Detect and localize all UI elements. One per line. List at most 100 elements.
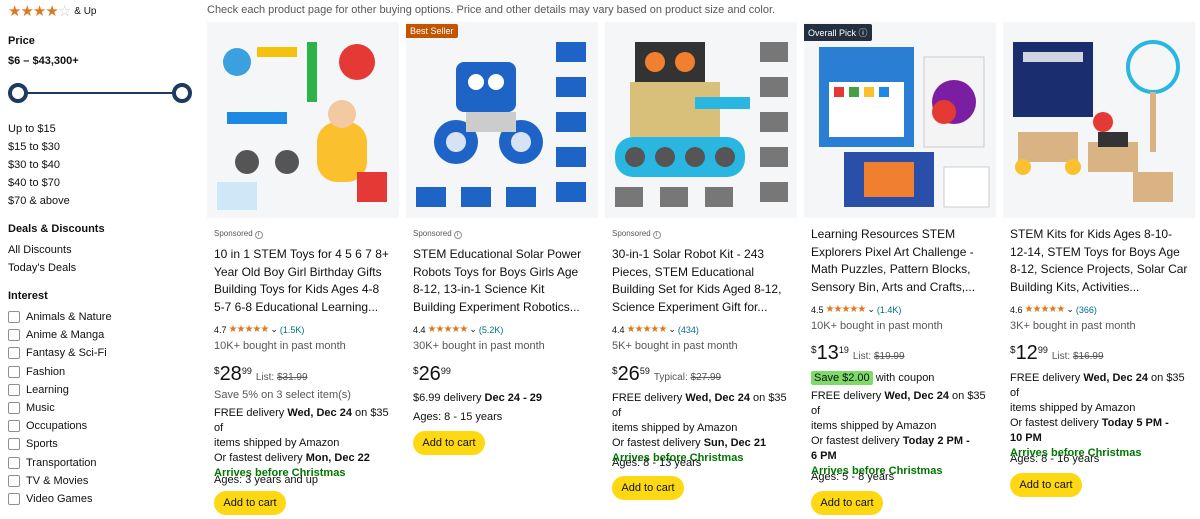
product-price: $ 26 99 [413, 363, 451, 385]
review-filter-4-up[interactable]: ★ ★ ★ ★ ☆ & Up [8, 4, 97, 19]
review-count-link[interactable]: (366) [1076, 305, 1097, 315]
interest-label: Transportation [26, 456, 97, 469]
delivery-text: FREE delivery [214, 407, 288, 419]
chevron-down-icon[interactable]: ⌄ [270, 324, 278, 335]
info-icon[interactable]: i [254, 231, 263, 239]
checkbox[interactable] [8, 438, 20, 451]
delivery-info: FREE delivery Wed, Dec 24 on $35 of item… [612, 391, 796, 466]
checkbox[interactable] [8, 365, 20, 378]
interest-option[interactable]: Animals & Nature [8, 308, 112, 326]
interest-option[interactable]: Fashion [8, 363, 112, 381]
age-range: Ages: 3 years and up [214, 474, 318, 486]
sponsored-label[interactable]: Sponsored i [612, 229, 661, 239]
coupon[interactable]: Save $2.00 with coupon [811, 371, 995, 386]
add-to-cart-button[interactable]: Add to cart [413, 431, 485, 455]
product-card: Sponsored i 10 in 1 STEM Toys for 4 5 6 7… [207, 22, 399, 519]
product-image[interactable] [207, 22, 399, 218]
product-title[interactable]: STEM Kits for Kids Ages 8-10- 12-14, STE… [1010, 226, 1190, 296]
interest-option[interactable]: Fantasy & Sci-Fi [8, 344, 112, 362]
review-count-link[interactable]: (1.5K) [280, 325, 305, 335]
overall-pick-badge: Overall Pick ⓘ [804, 24, 872, 41]
fastest-delivery-date: Today 5 PM - [1101, 417, 1169, 429]
interest-option[interactable]: Occupations [8, 417, 112, 435]
product-title[interactable]: 30-in-1 Solar Robot Kit - 243 Pieces, ST… [612, 246, 792, 316]
checkbox[interactable] [8, 383, 20, 396]
chevron-down-icon[interactable]: ⌄ [867, 304, 875, 315]
sponsored-label[interactable]: Sponsored i [214, 229, 263, 239]
product-rating[interactable]: 4.5 ★★★★★ ⌄ (1.4K) [811, 304, 901, 315]
price-slider[interactable] [8, 81, 192, 105]
price-whole: 26 [617, 363, 640, 385]
rating-value: 4.6 [1010, 304, 1023, 315]
product-image[interactable] [1003, 22, 1195, 218]
interest-option[interactable]: Video Games [8, 490, 112, 508]
review-count-link[interactable]: (1.4K) [877, 305, 902, 315]
add-to-cart-button[interactable]: Add to cart [214, 491, 286, 515]
sponsored-label[interactable]: Sponsored i [413, 229, 462, 239]
price-fraction: 19 [838, 345, 849, 355]
interest-option[interactable]: TV & Movies [8, 472, 112, 490]
checkbox[interactable] [8, 329, 20, 342]
checkbox[interactable] [8, 402, 20, 415]
title-line: 10 in 1 STEM Toys for 4 5 6 7 8+ [214, 247, 389, 261]
coupon-badge[interactable]: Save $2.00 [811, 371, 873, 385]
checkbox[interactable] [8, 474, 20, 487]
product-rating[interactable]: 4.4 ★★★★★ ⌄ (5.2K) [413, 324, 503, 335]
delivery-info: FREE delivery Wed, Dec 24 on $35 of item… [1010, 371, 1194, 461]
checkbox[interactable] [8, 492, 20, 505]
list-price-label: List: [852, 351, 872, 362]
fastest-delivery-text: Or fastest delivery [214, 452, 306, 464]
deals-link-todays-deals[interactable]: Today's Deals [8, 259, 76, 277]
delivery-text: items shipped by Amazon [1010, 402, 1136, 414]
chevron-down-icon[interactable]: ⌄ [668, 324, 676, 335]
product-rating[interactable]: 4.6 ★★★★★ ⌄ (366) [1010, 304, 1097, 315]
product-image[interactable] [804, 22, 996, 218]
product-title[interactable]: 10 in 1 STEM Toys for 4 5 6 7 8+ Year Ol… [214, 246, 394, 316]
price-whole: 13 [816, 342, 839, 364]
review-count-link[interactable]: (434) [678, 325, 699, 335]
price-slider-min-handle[interactable] [8, 83, 28, 103]
product-image[interactable] [605, 22, 797, 218]
product-rating[interactable]: 4.7 ★★★★★ ⌄ (1.5K) [214, 324, 304, 335]
add-to-cart-button[interactable]: Add to cart [1010, 473, 1082, 497]
price-link-40-to-70[interactable]: $40 to $70 [8, 174, 70, 192]
interest-option[interactable]: Transportation [8, 454, 112, 472]
interest-option[interactable]: Learning [8, 381, 112, 399]
delivery-text: items shipped by Amazon [214, 437, 340, 449]
add-to-cart-button[interactable]: Add to cart [811, 491, 883, 515]
title-line: Explorers Pixel Art Challenge - [811, 244, 974, 259]
interest-option[interactable]: Sports [8, 435, 112, 453]
price-fraction: 99 [241, 366, 252, 376]
interest-option[interactable]: Anime & Manga [8, 326, 112, 344]
chevron-down-icon[interactable]: ⌄ [469, 324, 477, 335]
info-icon[interactable]: ⓘ [859, 28, 868, 38]
price-link-15-to-30[interactable]: $15 to $30 [8, 138, 70, 156]
info-icon[interactable]: i [453, 231, 462, 239]
product-image[interactable] [406, 22, 598, 218]
chevron-down-icon[interactable]: ⌄ [1066, 304, 1074, 315]
star-icon: ★ [8, 3, 21, 20]
sponsored-text: Sponsored [413, 229, 452, 238]
age-range: Ages: 8 - 16 years [1010, 453, 1100, 465]
checkbox[interactable] [8, 347, 20, 360]
title-line: Year Old Boy Girl Birthday Gifts [214, 264, 382, 279]
checkbox[interactable] [8, 456, 20, 469]
info-icon[interactable]: i [652, 231, 661, 239]
price-fraction: 99 [440, 366, 451, 376]
product-rating[interactable]: 4.4 ★★★★★ ⌄ (434) [612, 324, 699, 335]
product-title[interactable]: Learning Resources STEM Explorers Pixel … [811, 226, 991, 296]
checkbox[interactable] [8, 420, 20, 433]
price-link-70-above[interactable]: $70 & above [8, 192, 70, 210]
review-count-link[interactable]: (5.2K) [479, 325, 504, 335]
deals-link-all-discounts[interactable]: All Discounts [8, 241, 76, 259]
delivery-text: $6.99 delivery [413, 392, 485, 404]
product-title[interactable]: STEM Educational Solar Power Robots Toys… [413, 246, 593, 316]
star-icon: ★ [32, 3, 46, 20]
interest-option[interactable]: Music [8, 399, 112, 417]
price-link-up-to-15[interactable]: Up to $15 [8, 120, 70, 138]
price-link-30-to-40[interactable]: $30 to $40 [8, 156, 70, 174]
bought-count: 30K+ bought in past month [413, 340, 545, 352]
price-slider-max-handle[interactable] [172, 83, 192, 103]
checkbox[interactable] [8, 311, 20, 324]
add-to-cart-button[interactable]: Add to cart [612, 476, 684, 500]
